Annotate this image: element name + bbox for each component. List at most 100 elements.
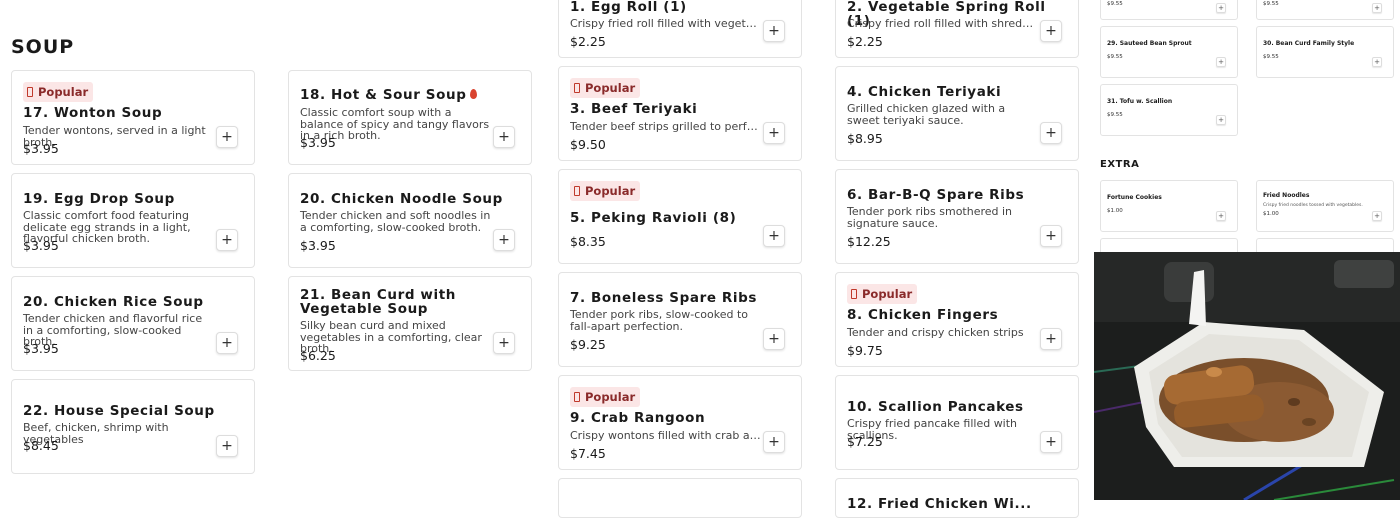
add-to-cart-button[interactable]: + xyxy=(1216,115,1226,125)
item-title: 31. Tofu w. Scallion xyxy=(1107,98,1173,105)
add-to-cart-button[interactable]: + xyxy=(763,328,785,350)
add-to-cart-button[interactable]: + xyxy=(1040,328,1062,350)
item-description: Crispy fried noodles tossed with vegetab… xyxy=(1263,203,1363,208)
add-to-cart-button[interactable]: + xyxy=(216,126,238,148)
menu-item-fried-chicken-wings[interactable]: 12. Fried Chicken Wi... xyxy=(835,478,1079,518)
popular-badge: Popular xyxy=(570,78,641,98)
mini-item-top-right[interactable]: $9.55 + xyxy=(1256,0,1394,20)
add-to-cart-button[interactable]: + xyxy=(763,20,785,42)
menu-item-beef-teriyaki[interactable]: Popular 3. Beef Teriyaki Tender beef str… xyxy=(558,66,802,161)
item-description: Tender chicken and soft noodles in a com… xyxy=(300,209,491,234)
item-description: Grilled chicken glazed with a sweet teri… xyxy=(847,102,1006,127)
menu-item-egg-drop-soup[interactable]: 19. Egg Drop Soup Classic comfort food f… xyxy=(11,173,255,268)
item-price: $1.00 xyxy=(1263,211,1279,217)
menu-item-boneless-spare-ribs[interactable]: 7. Boneless Spare Ribs Tender pork ribs,… xyxy=(558,272,802,367)
menu-item-wonton-soup[interactable]: Popular 17. Wonton Soup Tender wontons, … xyxy=(11,70,255,165)
item-price: $7.25 xyxy=(847,434,883,449)
popular-badge: Popular xyxy=(23,82,94,102)
item-price: $9.25 xyxy=(570,337,606,352)
item-price: $9.50 xyxy=(570,137,606,152)
add-to-cart-button[interactable]: + xyxy=(1216,211,1226,221)
mini-item-top-left[interactable]: $9.55 + xyxy=(1100,0,1238,20)
add-to-cart-button[interactable]: + xyxy=(763,122,785,144)
mini-item-fried-noodles[interactable]: Fried Noodles Crispy fried noodles tosse… xyxy=(1256,180,1394,232)
menu-item-chicken-fingers[interactable]: Popular 8. Chicken Fingers Tender and cr… xyxy=(835,272,1079,367)
item-description: Crispy wontons filled with crab and crea… xyxy=(570,430,761,442)
item-description: Crispy fried roll filled with shredded..… xyxy=(847,18,1038,30)
add-to-cart-button[interactable]: + xyxy=(1372,57,1382,67)
mini-item-bean-curd-family-style[interactable]: 30. Bean Curd Family Style $9.55 + xyxy=(1256,26,1394,78)
item-price: $2.25 xyxy=(570,34,606,49)
item-price: $3.95 xyxy=(23,141,59,156)
item-price: $9.75 xyxy=(847,343,883,358)
item-title: 3. Beef Teriyaki xyxy=(570,101,698,117)
item-price: $9.55 xyxy=(1263,1,1279,7)
add-to-cart-button[interactable]: + xyxy=(1040,122,1062,144)
item-title: Fried Noodles xyxy=(1263,192,1310,199)
menu-item-chicken-noodle-soup[interactable]: 20. Chicken Noodle Soup Tender chicken a… xyxy=(288,173,532,268)
item-title: 20. Chicken Rice Soup xyxy=(23,294,204,310)
item-price: $3.95 xyxy=(23,238,59,253)
mini-item-tofu-scallion[interactable]: 31. Tofu w. Scallion $9.55 + xyxy=(1100,84,1238,136)
menu-item-egg-roll[interactable]: 1. Egg Roll (1) Crispy fried roll filled… xyxy=(558,0,802,58)
item-price: $9.55 xyxy=(1107,54,1123,60)
add-to-cart-button[interactable]: + xyxy=(763,431,785,453)
item-price: $8.95 xyxy=(847,131,883,146)
add-to-cart-button[interactable]: + xyxy=(1040,225,1062,247)
add-to-cart-button[interactable]: + xyxy=(493,332,515,354)
item-price: $3.95 xyxy=(23,341,59,356)
item-title: 8. Chicken Fingers xyxy=(847,307,999,323)
item-description: Tender pork ribs smothered in signature … xyxy=(847,205,1013,230)
item-title: 4. Chicken Teriyaki xyxy=(847,84,1002,100)
spicy-chili-icon xyxy=(470,89,478,99)
item-price: $12.25 xyxy=(847,234,891,249)
item-description: Tender beef strips grilled to perfection… xyxy=(570,121,761,133)
menu-item-scallion-pancakes[interactable]: 10. Scallion Pancakes Crispy fried panca… xyxy=(835,375,1079,470)
add-to-cart-button[interactable]: + xyxy=(493,126,515,148)
item-price: $9.55 xyxy=(1263,54,1279,60)
add-to-cart-button[interactable]: + xyxy=(1372,211,1382,221)
mini-item-fortune-cookies[interactable]: Fortune Cookies $1.00 + xyxy=(1100,180,1238,232)
add-to-cart-button[interactable]: + xyxy=(216,435,238,457)
section-title: SOUP xyxy=(11,36,75,58)
menu-item-bbq-spare-ribs[interactable]: 6. Bar-B-Q Spare Ribs Tender pork ribs s… xyxy=(835,169,1079,264)
add-to-cart-button[interactable]: + xyxy=(1040,20,1062,42)
item-price: $6.25 xyxy=(300,348,336,363)
menu-item-crab-rangoon[interactable]: Popular 9. Crab Rangoon Crispy wontons f… xyxy=(558,375,802,470)
item-title: 20. Chicken Noodle Soup xyxy=(300,191,503,207)
add-to-cart-button[interactable]: + xyxy=(1372,3,1382,13)
item-price: $9.55 xyxy=(1107,112,1123,118)
add-to-cart-button[interactable]: + xyxy=(763,225,785,247)
menu-item-partial[interactable] xyxy=(558,478,802,518)
menu-item-vegetable-spring-roll[interactable]: 2. Vegetable Spring Roll (1) Crispy frie… xyxy=(835,0,1079,58)
food-photo-image xyxy=(1094,252,1400,500)
menu-item-peking-ravioli[interactable]: Popular 5. Peking Ravioli (8) $8.35 + xyxy=(558,169,802,264)
popular-badge: Popular xyxy=(570,387,641,407)
add-to-cart-button[interactable]: + xyxy=(1216,3,1226,13)
item-price: $8.45 xyxy=(23,438,59,453)
item-price: $9.55 xyxy=(1107,1,1123,7)
menu-item-hot-sour-soup[interactable]: 18. Hot & Sour Soup Classic comfort soup… xyxy=(288,70,532,165)
menu-item-bean-curd-vegetable-soup[interactable]: 21. Bean Curd with Vegetable Soup Silky … xyxy=(288,276,532,371)
item-title: 17. Wonton Soup xyxy=(23,105,163,121)
item-title: 22. House Special Soup xyxy=(23,403,215,419)
add-to-cart-button[interactable]: + xyxy=(216,332,238,354)
add-to-cart-button[interactable]: + xyxy=(493,229,515,251)
add-to-cart-button[interactable]: + xyxy=(1216,57,1226,67)
item-price: $8.35 xyxy=(570,234,606,249)
menu-item-chicken-rice-soup[interactable]: 20. Chicken Rice Soup Tender chicken and… xyxy=(11,276,255,371)
item-title: 6. Bar-B-Q Spare Ribs xyxy=(847,187,1025,203)
menu-item-chicken-teriyaki[interactable]: 4. Chicken Teriyaki Grilled chicken glaz… xyxy=(835,66,1079,161)
item-title: Fortune Cookies xyxy=(1107,194,1162,201)
add-to-cart-button[interactable]: + xyxy=(216,229,238,251)
add-to-cart-button[interactable]: + xyxy=(1040,431,1062,453)
item-description: Tender and crispy chicken strips xyxy=(847,326,1024,339)
popular-badge: Popular xyxy=(847,284,918,304)
menu-item-house-special-soup[interactable]: 22. House Special Soup Beef, chicken, sh… xyxy=(11,379,255,474)
item-title: 10. Scallion Pancakes xyxy=(847,399,1024,415)
item-title: 21. Bean Curd with Vegetable Soup xyxy=(300,287,456,317)
item-title: 1. Egg Roll (1) xyxy=(570,0,687,15)
popular-badge: Popular xyxy=(570,181,641,201)
mini-item-sauteed-bean-sprout[interactable]: 29. Sauteed Bean Sprout $9.55 + xyxy=(1100,26,1238,78)
popular-icon xyxy=(574,83,580,93)
